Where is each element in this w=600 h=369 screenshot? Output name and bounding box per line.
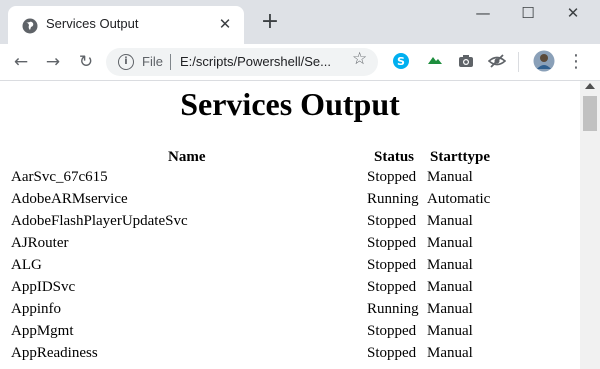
tab-title: Services Output xyxy=(46,16,139,31)
url-scheme: File xyxy=(142,54,163,69)
new-tab-button[interactable]: + xyxy=(258,10,282,34)
header-name: Name xyxy=(168,149,206,165)
service-status: Stopped xyxy=(367,345,417,361)
service-status: Running xyxy=(367,191,419,207)
scroll-up-arrow-icon[interactable] xyxy=(585,83,595,89)
url-divider xyxy=(170,54,171,70)
table-row: AppReadiness Stopped Manual xyxy=(0,345,580,367)
service-starttype: Manual xyxy=(427,169,473,185)
active-tab[interactable]: Services Output ✕ xyxy=(8,6,244,44)
service-starttype: Manual xyxy=(427,301,473,317)
tab-close-icon[interactable]: ✕ xyxy=(214,13,236,35)
service-status: Running xyxy=(367,301,419,317)
toolbar-divider xyxy=(518,52,519,72)
vertical-scrollbar[interactable] xyxy=(580,81,600,369)
camera-icon[interactable] xyxy=(457,52,475,70)
service-starttype: Automatic xyxy=(427,191,491,207)
service-status: Stopped xyxy=(367,213,417,229)
service-starttype: Manual xyxy=(427,279,473,295)
service-status: Stopped xyxy=(367,169,417,185)
url-text[interactable]: E:/scripts/Powershell/Se... xyxy=(180,54,331,69)
header-status: Status xyxy=(374,149,415,165)
service-name: AdobeFlashPlayerUpdateSvc xyxy=(11,213,188,229)
table-row: Appinfo Running Manual xyxy=(0,301,580,323)
service-status: Stopped xyxy=(367,323,417,339)
service-starttype: Manual xyxy=(427,257,473,273)
service-starttype: Manual xyxy=(427,345,473,361)
globe-icon xyxy=(22,18,38,34)
table-row: AdobeARMservice Running Automatic xyxy=(0,191,580,213)
scroll-thumb[interactable] xyxy=(583,96,597,131)
table-row: AppIDSvc Stopped Manual xyxy=(0,279,580,301)
table-row: AJRouter Stopped Manual xyxy=(0,235,580,257)
table-row: AdobeFlashPlayerUpdateSvc Stopped Manual xyxy=(0,213,580,235)
service-starttype: Manual xyxy=(427,235,473,251)
reload-button[interactable]: ↻ xyxy=(74,50,98,74)
service-name: AppMgmt xyxy=(11,323,74,339)
svg-text:S: S xyxy=(397,55,405,68)
table-row: AarSvc_67c615 Stopped Manual xyxy=(0,169,580,191)
service-name: AppReadiness xyxy=(11,345,98,361)
minimize-button[interactable]: — xyxy=(463,2,503,24)
back-button[interactable]: ← xyxy=(9,50,33,74)
skype-icon[interactable]: S xyxy=(392,52,410,70)
service-name: ALG xyxy=(11,257,42,273)
table-row: ALG Stopped Manual xyxy=(0,257,580,279)
eye-off-icon[interactable] xyxy=(488,52,506,70)
service-name: AJRouter xyxy=(11,235,69,251)
table-row: AppMgmt Stopped Manual xyxy=(0,323,580,345)
page-content: Services Output Name Status Starttype Aa… xyxy=(0,81,580,369)
avatar[interactable] xyxy=(533,50,555,72)
info-icon[interactable]: i xyxy=(118,54,134,70)
service-status: Stopped xyxy=(367,279,417,295)
service-name: Appinfo xyxy=(11,301,61,317)
forward-button[interactable]: → xyxy=(41,50,65,74)
service-name: AarSvc_67c615 xyxy=(11,169,108,185)
address-bar[interactable]: i File E:/scripts/Powershell/Se... xyxy=(106,48,378,76)
service-starttype: Manual xyxy=(427,323,473,339)
service-name: AdobeARMservice xyxy=(11,191,128,207)
service-status: Stopped xyxy=(367,257,417,273)
page-title: Services Output xyxy=(180,86,400,122)
service-name: AppIDSvc xyxy=(11,279,76,295)
bookmark-star-icon[interactable]: ☆ xyxy=(352,49,367,69)
service-starttype: Manual xyxy=(427,213,473,229)
maximize-button[interactable]: ☐ xyxy=(508,2,548,24)
browser-toolbar: ← → ↻ i File E:/scripts/Powershell/Se... xyxy=(0,44,600,81)
close-window-button[interactable]: ✕ xyxy=(553,2,593,24)
browser-menu-icon[interactable]: ⋮ xyxy=(567,51,585,72)
tab-strip: Services Output ✕ + — ☐ ✕ xyxy=(0,0,600,44)
header-starttype: Starttype xyxy=(430,149,490,165)
service-status: Stopped xyxy=(367,235,417,251)
extension-icon[interactable] xyxy=(426,52,444,70)
